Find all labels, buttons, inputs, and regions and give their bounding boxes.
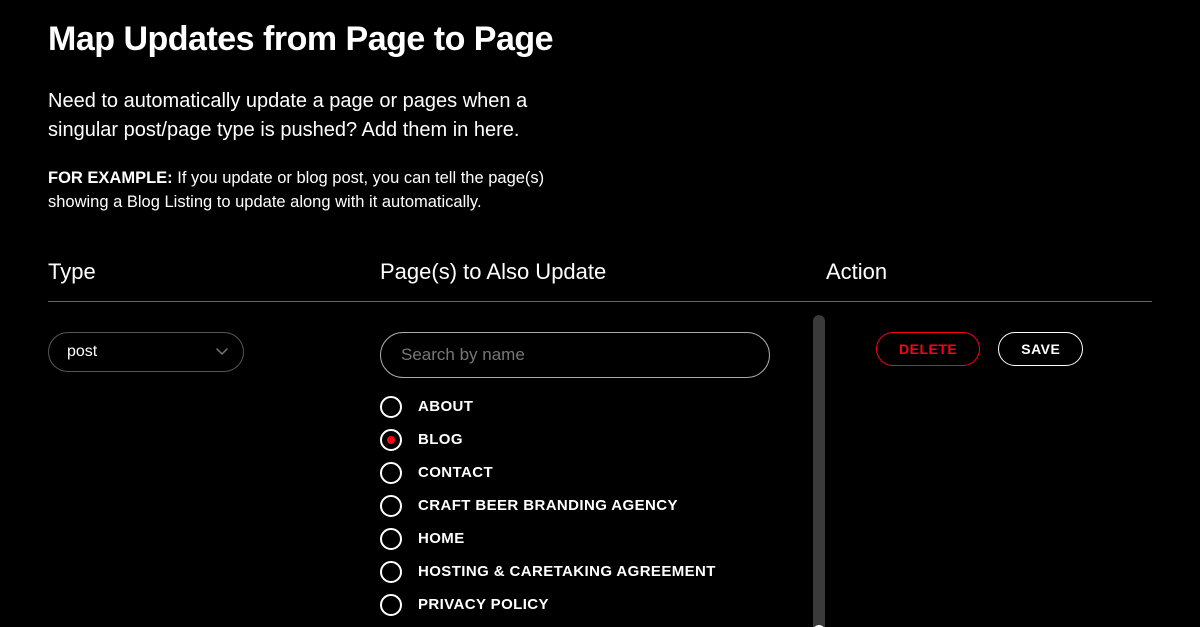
column-header-type: Type [48, 259, 380, 301]
page-item-label: BLOG [418, 431, 463, 448]
page-item-label: HOSTING & CARETAKING AGREEMENT [418, 563, 716, 580]
page-item-label: ABOUT [418, 398, 473, 415]
type-select[interactable] [48, 332, 244, 372]
save-button[interactable]: SAVE [998, 332, 1083, 366]
page-item-contact[interactable]: CONTACT [380, 462, 826, 484]
page-item-home[interactable]: HOME [380, 528, 826, 550]
type-cell [48, 332, 380, 627]
delete-button[interactable]: DELETE [876, 332, 980, 366]
scrollbar[interactable] [813, 315, 825, 627]
action-cell: DELETE SAVE [826, 332, 1152, 627]
radio-icon [380, 396, 402, 418]
page-list: ABOUT BLOG CONTACT CRAFT BEER BRANDING A… [380, 396, 826, 627]
search-input[interactable] [380, 332, 770, 378]
page-item-privacy[interactable]: PRIVACY POLICY [380, 594, 826, 616]
page-item-label: PRIVACY POLICY [418, 596, 549, 613]
column-header-pages: Page(s) to Also Update [380, 259, 826, 301]
page-title: Map Updates from Page to Page [48, 20, 1152, 59]
page-item-about[interactable]: ABOUT [380, 396, 826, 418]
example-lead: FOR EXAMPLE: [48, 169, 173, 187]
radio-icon [380, 462, 402, 484]
example-text: FOR EXAMPLE: If you update or blog post,… [48, 167, 588, 215]
page-item-hosting[interactable]: HOSTING & CARETAKING AGREEMENT [380, 561, 826, 583]
radio-icon [380, 495, 402, 517]
radio-icon [380, 528, 402, 550]
pages-cell: ABOUT BLOG CONTACT CRAFT BEER BRANDING A… [380, 332, 826, 627]
radio-icon [380, 594, 402, 616]
radio-icon [380, 561, 402, 583]
type-select-wrap [48, 332, 244, 372]
page-item-label: CONTACT [418, 464, 493, 481]
mapping-grid: Type Page(s) to Also Update Action ABOUT [48, 259, 1152, 627]
radio-icon [380, 429, 402, 451]
page-item-label: HOME [418, 530, 465, 547]
intro-text: Need to automatically update a page or p… [48, 87, 588, 145]
page-item-blog[interactable]: BLOG [380, 429, 826, 451]
page-item-craft-beer[interactable]: CRAFT BEER BRANDING AGENCY [380, 495, 826, 517]
header-divider [48, 301, 1152, 302]
page-item-label: CRAFT BEER BRANDING AGENCY [418, 497, 678, 514]
column-header-action: Action [826, 259, 1152, 301]
